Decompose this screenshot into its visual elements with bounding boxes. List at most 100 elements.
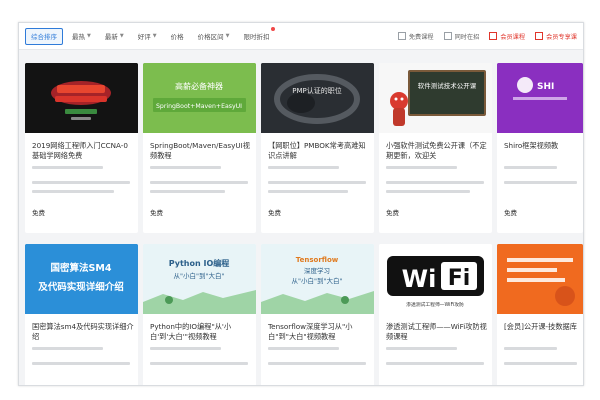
course-description	[504, 362, 580, 371]
course-stats	[268, 347, 370, 357]
course-description	[268, 181, 370, 199]
course-description	[386, 181, 488, 199]
course-thumbnail	[25, 63, 138, 133]
course-thumbnail	[497, 244, 583, 314]
course-description	[32, 181, 134, 199]
course-title[interactable]: Shiro框架视频教	[504, 141, 580, 151]
app-window: 综合排序 最热 ▼ 最新 ▼ 好评 ▼ 价格 价格区间 ▼ 限时折扣 免费课程 同时在招…	[18, 22, 584, 386]
course-stats	[268, 166, 370, 176]
course-stats	[504, 166, 580, 176]
course-title[interactable]: 2019网络工程师入门CCNA-0基础学网络免费	[32, 141, 134, 161]
chevron-down-icon: ▼	[87, 33, 91, 39]
course-title[interactable]: [会员]公开课-技数据库	[504, 322, 580, 332]
course-title[interactable]: 国密算法sm4及代码实现详细介绍	[32, 322, 134, 342]
course-title[interactable]: 渗透测试工程师——WiFi攻防视频课程	[386, 322, 488, 342]
testing-course-cover: 软件测试技术公开课	[379, 63, 492, 133]
course-title[interactable]: 小强软件测试免费公开课（不定期更新，欢迎关	[386, 141, 488, 161]
cover-headline: PMP认证的职位	[292, 86, 341, 95]
sort-filters: 综合排序 最热 ▼ 最新 ▼ 好评 ▼ 价格 价格区间 ▼ 限时折扣	[25, 23, 276, 49]
course-title[interactable]: 【网职位】PMBOK常考高难知识点讲解	[268, 141, 370, 161]
database-course-cover	[497, 244, 583, 314]
network-course-cover	[25, 63, 138, 133]
sort-hot-tab[interactable]: 最热 ▼	[67, 29, 96, 44]
sort-price-tab[interactable]: 价格	[166, 29, 189, 44]
cover-headline: 高薪必备神器	[175, 81, 223, 91]
course-price: 免费	[150, 209, 163, 217]
course-title[interactable]: Tensorflow深度学习从"小白"到"大白"视频教程	[268, 322, 370, 342]
chevron-down-icon: ▼	[225, 33, 230, 39]
filter-bar: 综合排序 最热 ▼ 最新 ▼ 好评 ▼ 价格 价格区间 ▼ 限时折扣 免费课程 同时在招…	[19, 23, 583, 50]
cover-headline: Tensorflow	[296, 256, 339, 264]
pmp-course-cover: PMP认证的职位	[261, 63, 374, 133]
hiring-checkbox[interactable]: 同时在招	[443, 32, 479, 41]
price-range-dropdown[interactable]: 价格区间 ▼	[193, 29, 235, 44]
cover-subtitle: 及代码实现详细介绍	[38, 281, 124, 293]
course-card[interactable]: Wi Fi 渗透测试工程师—WiFi攻防 渗透测试工程师——WiFi攻防视频课程	[379, 244, 492, 385]
course-description	[150, 181, 252, 199]
course-card[interactable]: 国密算法SM4 及代码实现详细介绍 国密算法sm4及代码实现详细介绍	[25, 244, 138, 385]
course-price: 免费	[32, 209, 45, 217]
course-stats	[32, 166, 134, 176]
course-title[interactable]: SpringBoot/Maven/EasyUI视频教程	[150, 141, 252, 161]
course-title[interactable]: Python中的IO编程"从'小白'到'大白'"视频教程	[150, 322, 252, 342]
sort-rating-tab[interactable]: 好评 ▼	[133, 29, 162, 44]
course-stats	[150, 347, 252, 357]
course-card[interactable]: Python IO编程 从"小白"到"大白" Python中的IO编程"从'小白…	[143, 244, 256, 385]
filter-checkboxes: 免费课程 同时在招 会员课程 会员专享课	[397, 23, 577, 49]
course-card[interactable]: [会员]公开课-技数据库	[497, 244, 583, 385]
course-stats	[150, 166, 252, 176]
sm4-course-cover: 国密算法SM4 及代码实现详细介绍	[25, 244, 138, 314]
discount-filter-tab[interactable]: 限时折扣	[238, 26, 276, 44]
cover-subtitle: 深度学习	[304, 266, 330, 275]
course-thumbnail: 国密算法SM4 及代码实现详细介绍	[25, 244, 138, 314]
sort-new-tab[interactable]: 最新 ▼	[100, 29, 129, 44]
course-stats	[386, 347, 488, 357]
course-thumbnail: Wi Fi 渗透测试工程师—WiFi攻防	[379, 244, 492, 314]
cover-tagline: 从"小白"到"大白"	[292, 276, 343, 285]
tensorflow-course-cover: Tensorflow 深度学习 从"小白"到"大白"	[261, 244, 374, 314]
sort-default-tab[interactable]: 综合排序	[25, 27, 63, 45]
cover-subtitle: SpringBoot+Maven+EasyUI	[156, 103, 242, 110]
shiro-course-cover: SHI	[497, 63, 583, 133]
course-card[interactable]: SHI Shiro框架视频教 免费	[497, 63, 583, 233]
course-stats	[386, 166, 488, 176]
wifi-logo-wi: Wi	[402, 265, 437, 293]
checkbox-icon[interactable]	[535, 32, 544, 40]
wifi-course-cover: Wi Fi 渗透测试工程师—WiFi攻防	[379, 244, 492, 314]
checkbox-icon[interactable]	[397, 32, 406, 40]
course-description	[268, 362, 370, 371]
member-course-checkbox[interactable]: 会员课程	[489, 32, 525, 41]
free-course-checkbox[interactable]: 免费课程	[397, 32, 434, 41]
course-thumbnail: SHI	[497, 63, 583, 133]
course-description	[386, 362, 488, 371]
course-thumbnail: 高薪必备神器 SpringBoot+Maven+EasyUI	[143, 63, 256, 133]
member-exclusive-checkbox[interactable]: 会员专享课	[535, 32, 577, 41]
course-card[interactable]: PMP认证的职位 【网职位】PMBOK常考高难知识点讲解 免费	[261, 63, 374, 233]
course-thumbnail: PMP认证的职位	[261, 63, 374, 133]
cover-subtitle: 从"小白"到"大白"	[174, 271, 225, 280]
course-card[interactable]: Tensorflow 深度学习 从"小白"到"大白" Tensorflow深度学…	[261, 244, 374, 385]
course-thumbnail: Python IO编程 从"小白"到"大白"	[143, 244, 256, 314]
course-price: 免费	[268, 209, 281, 217]
cover-headline: 国密算法SM4	[51, 262, 112, 274]
checkbox-icon[interactable]	[443, 32, 452, 40]
course-stats	[504, 347, 580, 357]
checkbox-icon[interactable]	[489, 32, 498, 40]
wifi-logo-fi: Fi	[448, 266, 471, 291]
course-thumbnail: Tensorflow 深度学习 从"小白"到"大白"	[261, 244, 374, 314]
course-stats	[32, 347, 134, 357]
cover-headline: Python IO编程	[169, 258, 230, 268]
course-card[interactable]: 高薪必备神器 SpringBoot+Maven+EasyUI SpringBoo…	[143, 63, 256, 233]
course-price: 免费	[504, 209, 517, 217]
course-description	[150, 362, 252, 371]
course-description	[504, 181, 580, 190]
course-description	[32, 362, 134, 371]
chevron-down-icon: ▼	[119, 33, 124, 39]
chevron-down-icon: ▼	[152, 33, 157, 39]
notification-dot-icon	[271, 26, 276, 31]
course-price: 免费	[386, 209, 399, 217]
cover-headline: 软件测试技术公开课	[418, 81, 477, 90]
course-card[interactable]: 2019网络工程师入门CCNA-0基础学网络免费 免费	[25, 63, 138, 233]
course-card[interactable]: 软件测试技术公开课 小强软件测试免费公开课（不定期更新，欢迎关 免费	[379, 63, 492, 233]
course-thumbnail: 软件测试技术公开课	[379, 63, 492, 133]
